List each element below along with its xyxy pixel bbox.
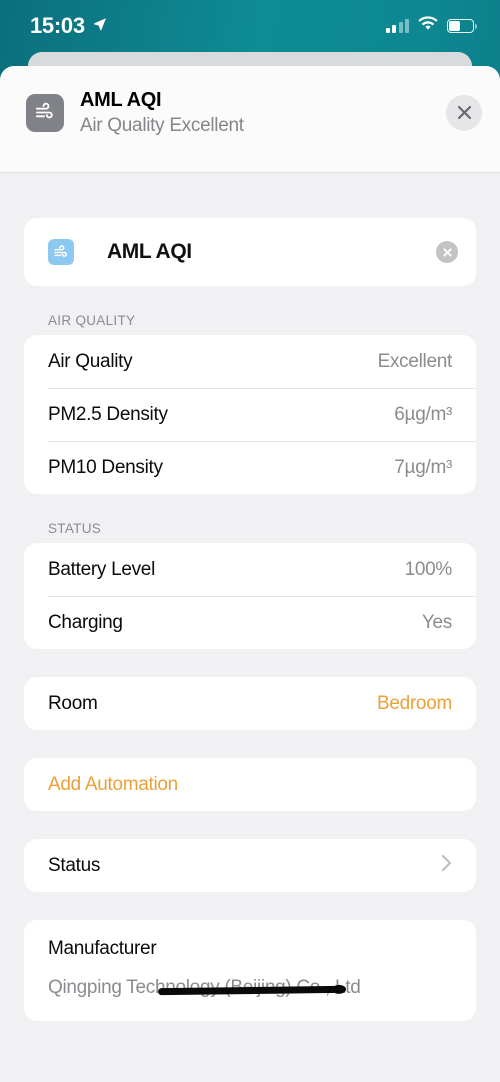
row-value: Excellent (377, 350, 453, 372)
room-value[interactable]: Bedroom (377, 693, 452, 715)
accessory-header-sheet: AML AQI Air Quality Excellent (0, 66, 500, 173)
phone-screen: 15:03 AML AQI Air Quality Excellent AML … (0, 0, 500, 1082)
status-card: Battery Level 100% Charging Yes (24, 543, 476, 649)
manufacturer-label: Manufacturer (48, 938, 157, 959)
status-detail-label: Status (48, 854, 101, 876)
accessory-subtitle: Air Quality Excellent (80, 115, 244, 136)
status-bar: 15:03 (0, 0, 500, 52)
air-quality-card: Air Quality Excellent PM2.5 Density 6µg/… (24, 335, 476, 494)
row-value: 7µg/m³ (394, 456, 452, 478)
table-row: PM10 Density 7µg/m³ (24, 441, 476, 494)
row-value: 100% (404, 558, 453, 580)
air-quality-wind-icon (26, 93, 64, 132)
row-label: Charging (48, 611, 123, 633)
table-row: PM2.5 Density 6µg/m³ (24, 388, 476, 441)
manufacturer-card: Manufacturer Qingping Technology (Beijin… (24, 920, 476, 1021)
room-row[interactable]: Room Bedroom (24, 677, 476, 730)
status-detail-row[interactable]: Status (24, 839, 476, 892)
row-value: Yes (421, 611, 452, 633)
room-label: Room (48, 692, 98, 714)
status-detail-card[interactable]: Status (24, 839, 476, 892)
close-icon (457, 106, 471, 120)
add-automation-label[interactable]: Add Automation (48, 774, 178, 796)
chevron-right-icon (441, 854, 452, 877)
status-bar-left: 15:03 (30, 15, 107, 37)
accessory-name-input[interactable]: AML AQI (107, 240, 436, 264)
accessory-title: AML AQI (80, 89, 162, 111)
add-automation-card[interactable]: Add Automation (24, 758, 476, 811)
accessory-header-row: AML AQI Air Quality Excellent (26, 88, 482, 138)
status-bar-right (385, 16, 477, 36)
status-bar-clock: 15:03 (30, 13, 85, 38)
cellular-signal-icon (385, 19, 409, 33)
add-automation-row[interactable]: Add Automation (24, 758, 476, 811)
section-label-status: STATUS (48, 521, 102, 536)
battery-icon (447, 19, 477, 33)
row-label: PM2.5 Density (48, 403, 168, 425)
section-label-air-quality: AIR QUALITY (48, 313, 136, 328)
room-card[interactable]: Room Bedroom (24, 677, 476, 730)
clear-text-button[interactable] (436, 241, 458, 263)
close-button[interactable] (446, 94, 482, 131)
accessory-settings-body: AML AQI AIR QUALITY Air Quality Excellen… (0, 173, 500, 1082)
clear-text-icon (442, 247, 452, 257)
row-label: PM10 Density (48, 456, 163, 478)
location-arrow-icon (93, 17, 107, 36)
wifi-icon (418, 16, 438, 36)
accessory-name-card[interactable]: AML AQI (24, 218, 476, 286)
table-row: Air Quality Excellent (24, 335, 476, 388)
table-row: Battery Level 100% (24, 543, 476, 596)
row-label: Battery Level (48, 558, 155, 580)
table-row: Charging Yes (24, 596, 476, 649)
row-label: Air Quality (48, 350, 133, 372)
accessory-header-text: AML AQI Air Quality Excellent (80, 88, 446, 138)
row-value: 6µg/m³ (394, 403, 452, 425)
air-quality-wind-icon (48, 239, 74, 265)
